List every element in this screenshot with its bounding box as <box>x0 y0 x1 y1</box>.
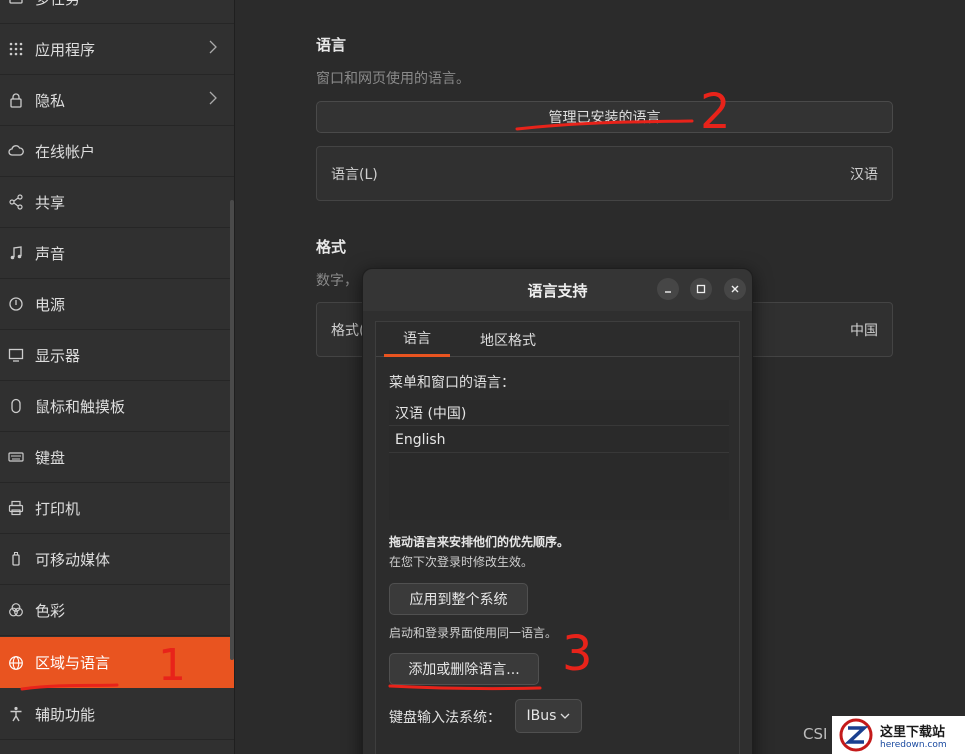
sidebar-item-label: 在线帐户 <box>35 142 96 161</box>
language-list[interactable]: 汉语 (中国) English <box>389 400 729 520</box>
settings-sidebar: 多任务 应用程序 隐私 在线帐户 共享 声音 电源 显示器 鼠标和触摸板 键盘 <box>0 0 235 754</box>
sidebar-item-power[interactable]: 电源 <box>0 279 234 330</box>
sidebar-item-displays[interactable]: 显示器 <box>0 330 234 381</box>
language-section-desc: 窗口和网页使用的语言。 <box>316 71 470 87</box>
format-row-value: 中国 <box>850 322 878 339</box>
next-login-hint: 在您下次登录时修改生效。 <box>389 555 534 569</box>
chevron-down-icon <box>560 708 570 724</box>
sidebar-item-label: 共享 <box>35 193 66 212</box>
format-section-desc: 数字， <box>316 273 358 289</box>
sidebar-item-apps[interactable]: 应用程序 <box>0 24 234 75</box>
mouse-icon <box>7 397 25 415</box>
cloud-icon <box>7 142 25 160</box>
dialog-body: 语言 地区格式 菜单和窗口的语言： 汉语 (中国) English 拖动语言来安… <box>375 321 740 754</box>
monitor-icon <box>7 346 25 364</box>
close-icon <box>729 280 741 299</box>
sidebar-item-label: 色彩 <box>35 601 66 620</box>
sidebar-item-printers[interactable]: 打印机 <box>0 483 234 534</box>
minimize-icon <box>662 280 674 299</box>
dialog-tabs: 语言 地区格式 <box>376 322 739 357</box>
close-button[interactable] <box>724 278 746 300</box>
sidebar-item-accessibility[interactable]: 辅助功能 <box>0 689 234 740</box>
color-icon <box>7 601 25 619</box>
sidebar-item-label: 应用程序 <box>35 40 96 59</box>
sidebar-item-region-language[interactable]: 区域与语言 <box>0 637 234 688</box>
minimize-button[interactable] <box>657 278 679 300</box>
maximize-icon <box>695 280 707 299</box>
sidebar-item-label: 打印机 <box>35 499 81 518</box>
sidebar-item-sound[interactable]: 声音 <box>0 228 234 279</box>
watermark-cn-text: 这里下载站 <box>880 724 946 740</box>
sidebar-item-label: 鼠标和触摸板 <box>35 397 126 416</box>
tab-regional-formats[interactable]: 地区格式 <box>468 322 548 357</box>
watermark-en-text: heredown.com <box>880 739 947 750</box>
sidebar-item-label: 可移动媒体 <box>35 550 111 569</box>
lock-icon <box>7 91 25 109</box>
watermark-csdn: CSI <box>803 725 828 743</box>
sidebar-item-label: 电源 <box>35 295 66 314</box>
chevron-right-icon <box>209 91 217 109</box>
sidebar-item-label: 多任务 <box>35 0 80 9</box>
add-remove-languages-button[interactable]: 添加或删除语言... <box>389 653 539 685</box>
sidebar-item-label: 区域与语言 <box>35 654 111 672</box>
sidebar-item-mouse[interactable]: 鼠标和触摸板 <box>0 381 234 432</box>
language-row[interactable]: 语言(L) 汉语 <box>316 146 893 201</box>
input-method-value: IBus <box>526 708 557 724</box>
input-method-dropdown[interactable]: IBus <box>515 699 582 733</box>
language-row-value: 汉语 <box>850 166 878 183</box>
language-support-dialog: 语言支持 语言 地区格式 菜单和窗口的语言： 汉语 (中国) English 拖… <box>362 268 753 754</box>
list-item[interactable]: 汉语 (中国) <box>389 400 729 426</box>
maximize-button[interactable] <box>690 278 712 300</box>
sidebar-item-online-accounts[interactable]: 在线帐户 <box>0 126 234 177</box>
chevron-right-icon <box>209 40 217 58</box>
sidebar-item-multitask[interactable]: 多任务 <box>0 0 234 24</box>
apply-system-wide-button[interactable]: 应用到整个系统 <box>389 583 528 615</box>
sidebar-item-label: 辅助功能 <box>35 705 96 724</box>
keyboard-icon <box>7 448 25 466</box>
manage-installed-languages-button[interactable]: 管理已安装的语言 <box>316 101 893 133</box>
printer-icon <box>7 499 25 517</box>
list-item[interactable]: English <box>389 427 729 453</box>
sidebar-item-label: 显示器 <box>35 346 81 365</box>
watermark-heredown: 这里下载站 heredown.com <box>832 716 965 754</box>
format-section-title: 格式 <box>316 238 347 256</box>
menu-language-label: 菜单和窗口的语言： <box>389 375 515 391</box>
tab-language[interactable]: 语言 <box>384 322 450 357</box>
sidebar-item-keyboard[interactable]: 键盘 <box>0 432 234 483</box>
globe-icon <box>7 654 25 672</box>
drag-order-hint: 拖动语言来安排他们的优先顺序。 <box>389 535 570 549</box>
sidebar-scrollbar[interactable] <box>230 200 234 660</box>
accessibility-icon <box>7 705 25 723</box>
sidebar-item-color[interactable]: 色彩 <box>0 585 234 636</box>
music-note-icon <box>7 244 25 262</box>
format-row-label: 格式( <box>331 322 365 339</box>
usb-drive-icon <box>7 550 25 568</box>
heredown-logo-icon <box>839 718 873 752</box>
sidebar-item-label: 键盘 <box>35 448 66 467</box>
share-icon <box>7 193 25 211</box>
multitask-icon <box>7 0 25 7</box>
dialog-header: 语言支持 <box>363 269 752 311</box>
sidebar-item-label: 声音 <box>35 244 66 263</box>
keyboard-input-method-label: 键盘输入法系统： <box>389 710 501 726</box>
login-screen-hint: 启动和登录界面使用同一语言。 <box>389 626 558 640</box>
power-icon <box>7 295 25 313</box>
sidebar-item-removable-media[interactable]: 可移动媒体 <box>0 534 234 585</box>
sidebar-item-privacy[interactable]: 隐私 <box>0 75 234 126</box>
apps-grid-icon <box>7 40 25 58</box>
sidebar-item-label: 隐私 <box>35 91 66 110</box>
language-section-title: 语言 <box>316 36 347 54</box>
sidebar-item-sharing[interactable]: 共享 <box>0 177 234 228</box>
language-row-label: 语言(L) <box>331 166 378 183</box>
